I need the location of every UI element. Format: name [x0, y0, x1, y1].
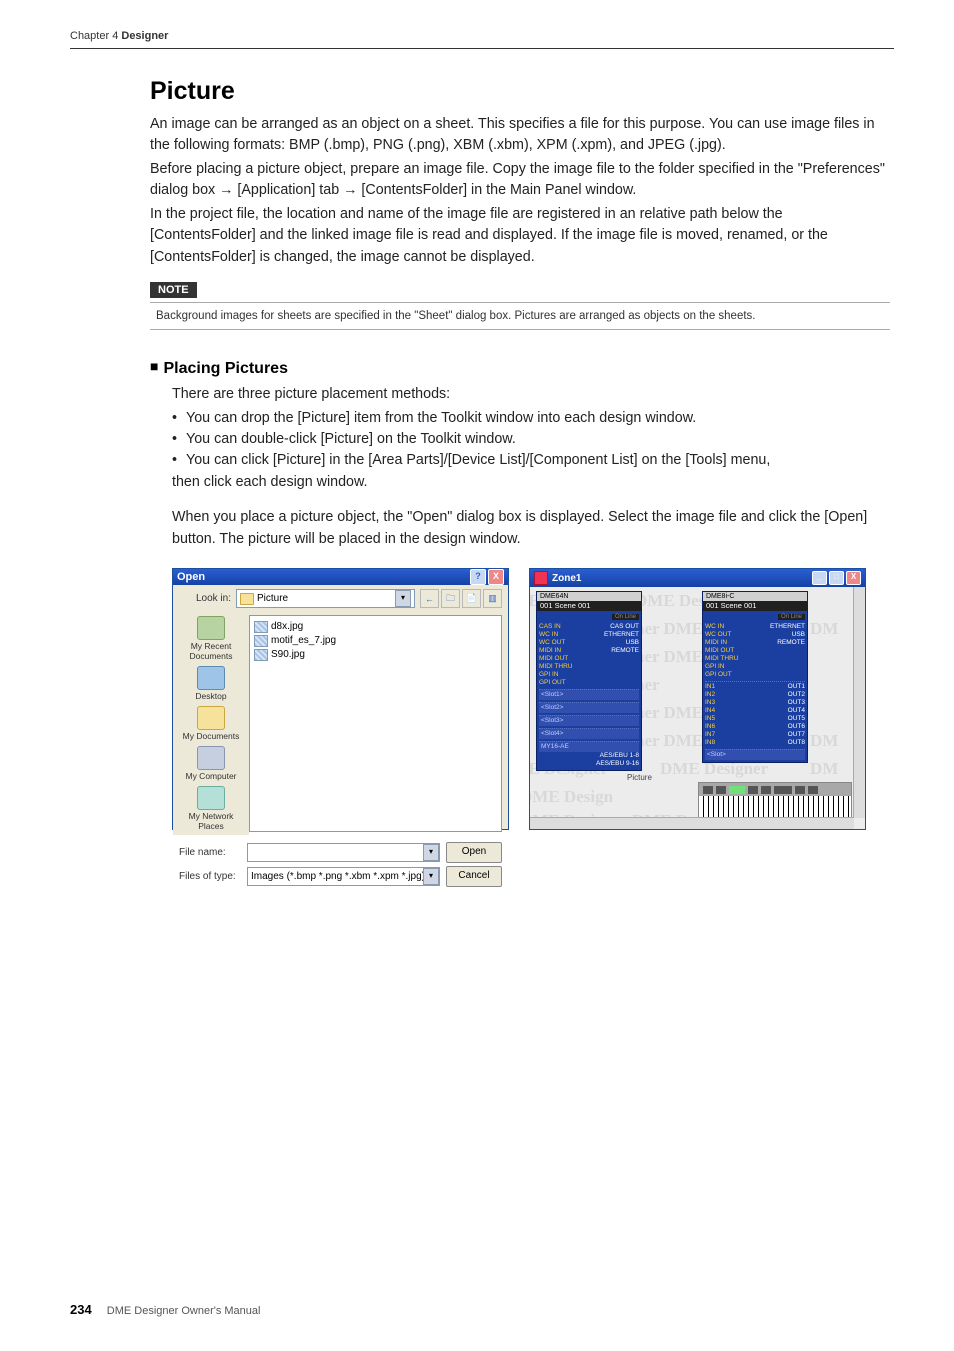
close-button[interactable]: X [846, 571, 861, 585]
open-button[interactable]: Open [446, 842, 502, 863]
minimize-button[interactable]: _ [812, 571, 827, 585]
watermark: ner DME [635, 619, 703, 639]
bullet-3a: •You can click [Picture] in the [Area Pa… [172, 450, 890, 471]
lookin-select[interactable]: Picture ▾ [236, 589, 415, 608]
zone-titlebar[interactable]: Zone1 _ □ X [530, 569, 865, 587]
note-text: Background images for sheets are specifi… [156, 310, 884, 322]
section-title: Picture [150, 77, 890, 106]
subsection-heading-text: Placing Pictures [163, 360, 288, 377]
chapter-title: Designer [121, 30, 168, 42]
note-box: Background images for sheets are specifi… [150, 302, 890, 330]
manual-title: DME Designer Owner's Manual [107, 1305, 261, 1317]
zone-app-icon [534, 571, 548, 585]
image-file-icon [254, 635, 268, 647]
place-recent[interactable]: My Recent Documents [175, 615, 247, 662]
place-mynet[interactable]: My Network Places [175, 785, 247, 832]
filetype-label: Files of type: [179, 871, 241, 882]
subsection-intro: There are three picture placement method… [172, 384, 890, 405]
image-file-icon [254, 649, 268, 661]
filename-input[interactable]: ▾ [247, 843, 440, 862]
place-mydocs[interactable]: My Documents [175, 705, 247, 742]
file-item[interactable]: d8x.jpg [254, 620, 497, 634]
dropdown-icon[interactable]: ▾ [395, 590, 411, 607]
folder-icon [240, 593, 254, 605]
device-dme8ic[interactable]: DME8i-C 001 Scene 001 On Line WC INETHER… [702, 591, 808, 763]
maximize-button[interactable]: □ [829, 571, 844, 585]
page-number: 234 [70, 1302, 92, 1317]
places-bar: My Recent Documents Desktop My Documents… [173, 612, 249, 835]
watermark: DM [810, 619, 838, 639]
header-rule [70, 48, 894, 49]
zone-window: Zone1 _ □ X DME Designer DME Designer DM… [529, 568, 866, 830]
open-dialog-title: Open [177, 571, 205, 583]
file-list[interactable]: d8x.jpg motif_es_7.jpg S90.jpg [249, 615, 502, 832]
watermark: DM [810, 731, 838, 751]
watermark: ner DME [635, 647, 703, 667]
section-para1: An image can be arranged as an object on… [150, 114, 890, 157]
horizontal-scrollbar[interactable] [530, 817, 854, 829]
place-desktop[interactable]: Desktop [175, 665, 247, 702]
filename-label: File name: [179, 847, 241, 858]
section-para3: In the project file, the location and na… [150, 204, 890, 268]
vertical-scrollbar[interactable] [853, 587, 865, 818]
nav-back-button[interactable]: ← [420, 589, 439, 608]
watermark: DM [810, 759, 838, 779]
watermark: ner DME [635, 703, 703, 723]
zone-canvas[interactable]: DME Designer DME Designer DM ner DME DM … [530, 587, 865, 829]
nav-newfolder-button[interactable]: 📄 [462, 589, 481, 608]
nav-up-button[interactable]: 🗀 [441, 589, 460, 608]
heading-bullet-icon: ■ [150, 358, 158, 374]
chapter-label: Chapter 4 [70, 30, 121, 42]
filetype-select[interactable]: Images (*.bmp *.png *.xbm *.xpm *.jpg)▾ [247, 867, 440, 886]
subsection-after: When you place a picture object, the "Op… [172, 507, 890, 550]
lookin-value: Picture [257, 593, 288, 604]
section-para2: Before placing a picture object, prepare… [150, 159, 890, 202]
image-file-icon [254, 621, 268, 633]
close-button[interactable]: X [488, 569, 504, 585]
keyboard-image[interactable] [698, 782, 852, 820]
subsection-heading: ■ Placing Pictures [150, 358, 890, 378]
dropdown-icon[interactable]: ▾ [423, 844, 439, 861]
open-dialog-titlebar[interactable]: Open ? X [173, 569, 508, 585]
online-button[interactable]: On Line [612, 614, 639, 620]
open-dialog: Open ? X Look in: Picture ▾ ← 🗀 [172, 568, 509, 830]
device-dme64n[interactable]: DME64N 001 Scene 001 On Line CAS INCAS O… [536, 591, 642, 771]
place-mycomp[interactable]: My Computer [175, 745, 247, 782]
note-label: NOTE [150, 282, 197, 298]
bullet-2: •You can double-click [Picture] on the T… [172, 429, 890, 450]
file-item[interactable]: motif_es_7.jpg [254, 634, 497, 648]
bullet-3b: then click each design window. [172, 472, 890, 493]
zone-title-text: Zone1 [552, 573, 581, 584]
lookin-label: Look in: [179, 593, 231, 604]
watermark: DME Design [530, 787, 613, 807]
picture-object-label: Picture [627, 773, 652, 782]
file-item[interactable]: S90.jpg [254, 648, 497, 662]
running-header: Chapter 4 Designer [70, 30, 894, 42]
bullet-1: •You can drop the [Picture] item from th… [172, 408, 890, 429]
cancel-button[interactable]: Cancel [446, 866, 502, 887]
online-button[interactable]: On Line [778, 614, 805, 620]
dropdown-icon[interactable]: ▾ [423, 868, 439, 885]
page-footer: 234 DME Designer Owner's Manual [70, 1302, 260, 1317]
help-button[interactable]: ? [470, 569, 486, 585]
watermark: ner DME [635, 731, 703, 751]
nav-view-button[interactable]: ▥ [483, 589, 502, 608]
